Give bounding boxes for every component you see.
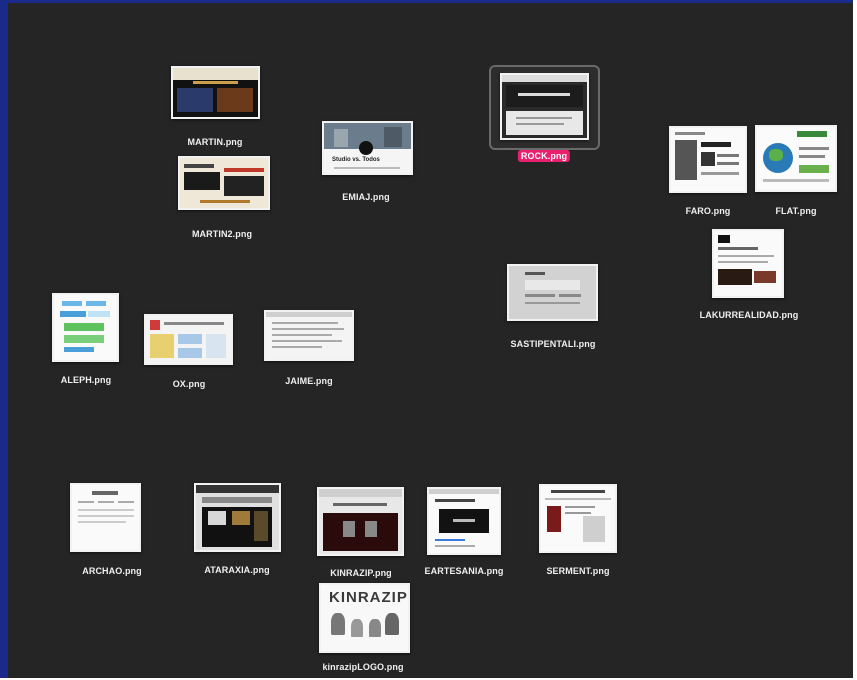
- file-label: FLAT.png: [775, 206, 817, 216]
- image-file-icon[interactable]: [171, 66, 260, 119]
- file-label: LAKURREALIDAD.png: [699, 310, 799, 320]
- image-file-icon[interactable]: [264, 310, 354, 361]
- image-file-icon[interactable]: [712, 229, 784, 298]
- file-label: ARCHAO.png: [82, 566, 142, 576]
- file-label: OX.png: [172, 379, 206, 389]
- image-file-icon[interactable]: [507, 264, 598, 321]
- file-label: ALEPH.png: [60, 375, 112, 385]
- image-file-icon[interactable]: [70, 483, 141, 552]
- file-label: EMIAJ.png: [342, 192, 390, 202]
- file-label: kinrazipLOGO.png: [322, 662, 404, 672]
- image-file-icon[interactable]: [427, 487, 501, 555]
- file-label: MARTIN2.png: [191, 229, 253, 239]
- logo-wordmark: KINRAZIP: [329, 589, 408, 606]
- file-label: FARO.png: [685, 206, 731, 216]
- file-label: JAIME.png: [285, 376, 333, 386]
- image-file-icon[interactable]: KINRAZIP: [319, 583, 410, 653]
- image-file-icon[interactable]: [317, 487, 404, 556]
- file-label: ROCK.png: [517, 150, 571, 162]
- file-label: MARTIN.png: [187, 137, 243, 147]
- file-label: ATARAXIA.png: [204, 565, 270, 575]
- image-file-icon[interactable]: [194, 483, 281, 552]
- file-label: SERMENT.png: [546, 566, 610, 576]
- image-file-icon[interactable]: [52, 293, 119, 362]
- image-file-icon[interactable]: [539, 484, 617, 553]
- image-file-icon[interactable]: Studio vs. Todos: [322, 121, 413, 175]
- file-label: EARTESANIA.png: [424, 566, 504, 576]
- image-file-icon[interactable]: [178, 156, 270, 210]
- thumbnail-text: Studio vs. Todos: [332, 157, 380, 163]
- desktop-file-area: MARTIN.png MARTIN2.png Studio vs. Todos …: [0, 0, 853, 678]
- file-label: KINRAZIP.png: [330, 568, 392, 578]
- image-file-icon[interactable]: [755, 125, 837, 192]
- image-file-icon[interactable]: [144, 314, 233, 365]
- file-label: SASTIPENTALI.png: [510, 339, 596, 349]
- image-file-icon[interactable]: [500, 73, 589, 140]
- image-file-icon[interactable]: [669, 126, 747, 193]
